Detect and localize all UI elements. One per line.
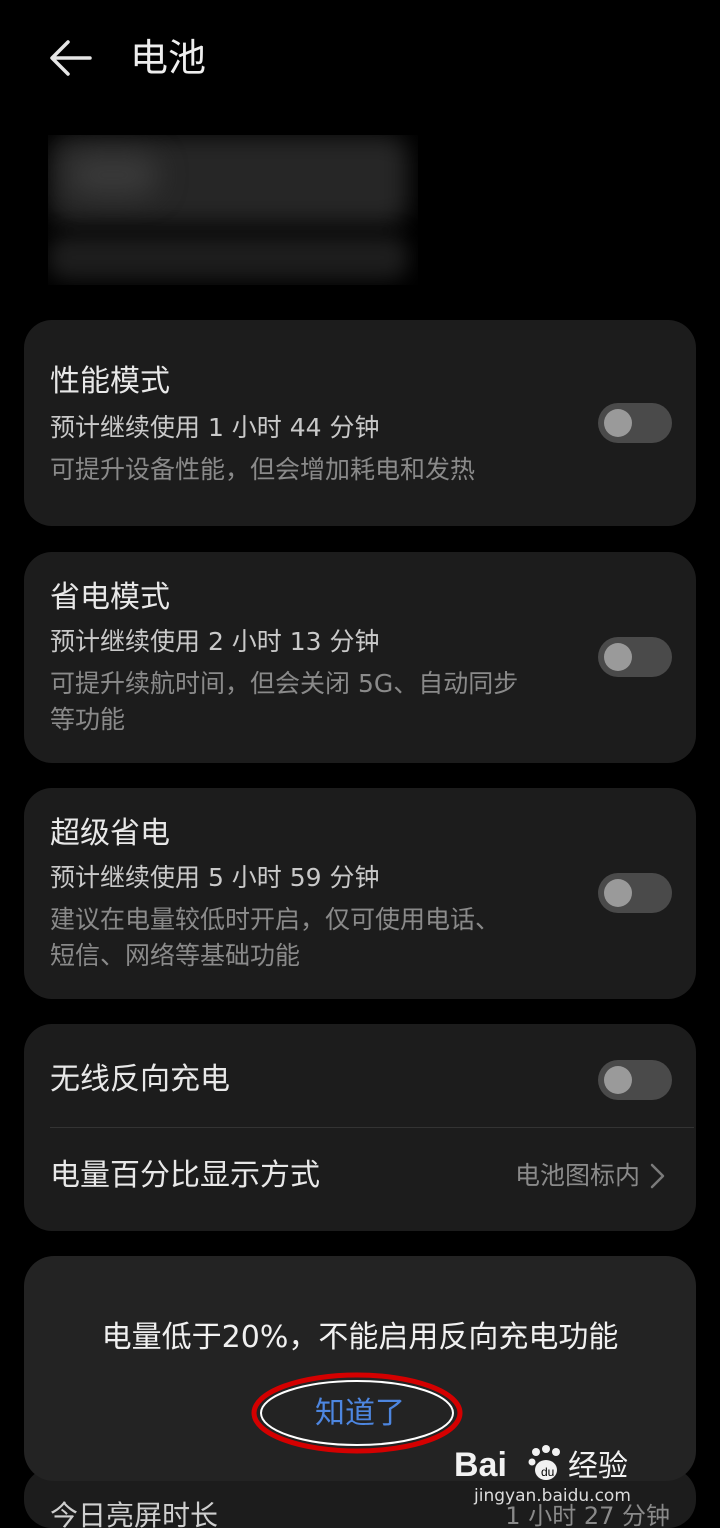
power-saving-mode-card[interactable]: 省电模式 预计继续使用 2 小时 13 分钟 可提升续航时间，但会关闭 5G、自… (24, 552, 696, 763)
svg-text:经验: 经验 (568, 1449, 628, 1484)
baidu-logo-icon: Bai du 经验 (450, 1438, 680, 1488)
svg-text:du: du (541, 1465, 554, 1479)
chevron-right-icon[interactable] (648, 1161, 668, 1191)
settings-card: 无线反向充电 电量百分比显示方式 电池图标内 (24, 1024, 696, 1231)
battery-percentage-value[interactable]: 电池图标内 (515, 1158, 640, 1194)
baidu-watermark: Bai du 经验 jingyan.baidu.com (450, 1438, 680, 1518)
performance-mode-toggle[interactable] (598, 403, 672, 443)
svg-text:Bai: Bai (454, 1446, 507, 1484)
mode-title: 省电模式 (50, 580, 170, 615)
mode-description: 建议在电量较低时开启，仅可使用电话、 (50, 905, 501, 934)
highlight-ellipse-annotation (250, 1370, 464, 1456)
screen-time-label: 今日亮屏时长 (50, 1499, 219, 1528)
mode-estimate: 预计继续使用 2 小时 13 分钟 (50, 627, 380, 656)
ultra-power-saving-card[interactable]: 超级省电 预计继续使用 5 小时 59 分钟 建议在电量较低时开启，仅可使用电话… (24, 788, 696, 999)
mode-description: 可提升续航时间，但会关闭 5G、自动同步 (50, 669, 519, 698)
wireless-reverse-charging-toggle[interactable] (598, 1060, 672, 1100)
wireless-reverse-charging-label: 无线反向充电 (50, 1062, 230, 1097)
page-title: 电池 (130, 36, 207, 80)
ultra-power-saving-toggle[interactable] (598, 873, 672, 913)
mode-estimate: 预计继续使用 5 小时 59 分钟 (50, 863, 380, 892)
power-saving-mode-toggle[interactable] (598, 637, 672, 677)
dialog-message: 电量低于20%，不能启用反向充电功能 (101, 1320, 619, 1355)
battery-percentage-label[interactable]: 电量百分比显示方式 (50, 1156, 320, 1196)
mode-description: 短信、网络等基础功能 (50, 941, 301, 970)
divider (50, 1127, 694, 1128)
mode-estimate: 预计继续使用 1 小时 44 分钟 (50, 413, 380, 442)
watermark-url: jingyan.baidu.com (474, 1486, 631, 1506)
mode-description: 等功能 (50, 705, 126, 734)
header: 电池 (0, 0, 720, 120)
back-arrow-icon[interactable] (40, 30, 100, 86)
mode-title: 性能模式 (50, 364, 170, 399)
performance-mode-card[interactable]: 性能模式 预计继续使用 1 小时 44 分钟 可提升设备性能，但会增加耗电和发热 (24, 320, 696, 526)
mode-description: 可提升设备性能，但会增加耗电和发热 (50, 455, 476, 484)
blurred-battery-summary (48, 135, 418, 285)
mode-title: 超级省电 (50, 816, 170, 851)
